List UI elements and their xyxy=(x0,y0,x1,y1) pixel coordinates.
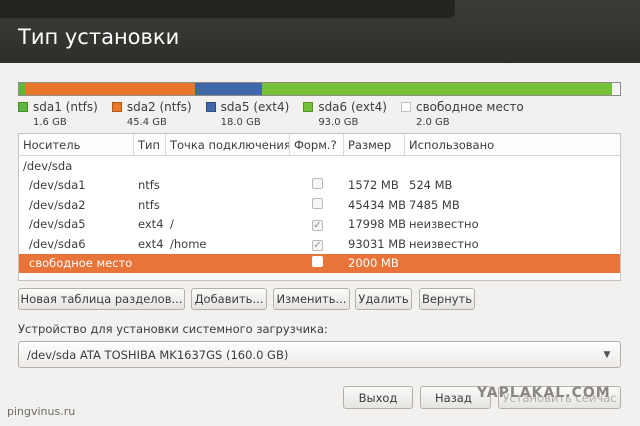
column-header-device[interactable]: Носитель xyxy=(19,134,134,155)
cell-size: 17998 MB xyxy=(348,217,405,232)
bootloader-label: Устройство для установки системного загр… xyxy=(18,322,328,336)
table-row-sda1[interactable]: /dev/sda1 ntfs 1572 MB 524 MB xyxy=(19,176,620,196)
partition-bar xyxy=(18,82,621,96)
bootloader-device-value: /dev/sda ATA TOSHIBA MK1637GS (160.0 GB) xyxy=(27,347,289,362)
legend-size: 93.0 GB xyxy=(318,117,359,128)
cell-device: /dev/sda5 xyxy=(29,217,86,232)
quit-button[interactable]: Выход xyxy=(343,386,413,409)
column-header-type[interactable]: Тип xyxy=(134,134,166,155)
legend-size: 1.6 GB xyxy=(33,117,67,128)
partition-table: Носитель Тип Точка подключения Форм.? Ра… xyxy=(18,133,621,281)
cell-size: 45434 MB xyxy=(348,197,405,212)
cell-type: ntfs xyxy=(138,178,160,193)
legend-label: sda6 (ext4) xyxy=(318,100,387,114)
cell-type: ntfs xyxy=(138,197,160,212)
cell-device: /dev/sda xyxy=(23,158,73,173)
format-checkbox[interactable] xyxy=(312,197,323,209)
header-bar: Тип установки xyxy=(0,0,640,63)
legend-item-sda2: sda2 (ntfs) 45.4 GB xyxy=(111,100,192,128)
legend-item-sda6: sda6 (ext4) 93.0 GB xyxy=(303,100,387,128)
legend-item-free: свободное место 2.0 GB xyxy=(400,100,524,128)
legend-swatch xyxy=(111,102,122,112)
check-mark-icon: ✓ xyxy=(313,239,322,251)
table-row-sda[interactable]: /dev/sda xyxy=(19,156,620,176)
cell-used: 524 MB xyxy=(409,178,453,193)
legend-swatch xyxy=(400,102,411,112)
cell-size: 93031 MB xyxy=(348,236,405,251)
table-row-free-space[interactable]: свободное место 2000 MB xyxy=(19,253,620,273)
dropdown-arrow-icon: ▼ xyxy=(603,349,611,360)
cell-device: /dev/sda6 xyxy=(29,236,86,251)
legend-item-sda5: sda5 (ext4) 18.0 GB xyxy=(205,100,290,128)
table-row-sda2[interactable]: /dev/sda2 ntfs 45434 MB 7485 MB xyxy=(19,195,620,215)
cell-device: свободное место xyxy=(29,256,133,271)
watermark-yaplakal: YAPLAKAL.COM xyxy=(477,385,611,401)
column-header-used[interactable]: Использовано xyxy=(405,134,620,155)
cell-mount: / xyxy=(170,217,174,232)
cell-format: ✓ xyxy=(290,237,344,251)
cell-format xyxy=(290,178,344,192)
partition-bar-segment-sda6 xyxy=(262,83,612,95)
cell-used: неизвестно xyxy=(409,217,479,232)
watermark-pingvinus: pingvinus.ru xyxy=(7,405,76,418)
format-checkbox[interactable]: ✓ xyxy=(312,220,323,232)
window-topbar xyxy=(0,0,455,18)
delete-partition-button[interactable]: Удалить xyxy=(355,288,412,310)
cell-device: /dev/sda1 xyxy=(29,178,86,193)
legend-size: 2.0 GB xyxy=(415,117,450,128)
cell-size: 2000 MB xyxy=(348,256,399,271)
legend-label: sda1 (ntfs) xyxy=(33,100,98,114)
legend-label: sda5 (ext4) xyxy=(220,100,290,114)
format-checkbox[interactable]: ✓ xyxy=(312,239,323,251)
cell-used: неизвестно xyxy=(409,236,479,251)
format-checkbox[interactable] xyxy=(312,256,323,268)
cell-type: ext4 xyxy=(138,236,164,251)
legend-swatch xyxy=(205,102,216,112)
revert-button[interactable]: Вернуть xyxy=(419,288,475,310)
cell-format: ✓ xyxy=(290,217,344,232)
partition-bar-segment-sda2 xyxy=(25,83,196,95)
cell-device: /dev/sda2 xyxy=(29,197,86,212)
column-header-size[interactable]: Размер xyxy=(344,134,405,155)
cell-type: ext4 xyxy=(138,217,164,232)
legend-size: 18.0 GB xyxy=(220,117,261,128)
legend-label: sda2 (ntfs) xyxy=(126,100,192,114)
legend-item-sda1: sda1 (ntfs) 1.6 GB xyxy=(18,100,98,128)
add-partition-button[interactable]: Добавить... xyxy=(191,288,267,310)
legend-size: 45.4 GB xyxy=(126,117,167,128)
legend-swatch xyxy=(18,102,28,112)
legend-swatch xyxy=(303,102,314,112)
partition-legend: sda1 (ntfs) 1.6 GB sda2 (ntfs) 45.4 GB s… xyxy=(18,100,538,128)
cell-used: 7485 MB xyxy=(409,197,460,212)
cell-mount: /home xyxy=(170,236,207,251)
change-partition-button[interactable]: Изменить... xyxy=(273,288,350,310)
check-mark-icon: ✓ xyxy=(313,220,322,232)
page-title: Тип установки xyxy=(18,25,180,49)
cell-size: 1572 MB xyxy=(348,178,399,193)
cell-format xyxy=(290,197,344,212)
table-row-sda6[interactable]: /dev/sda6 ext4 /home ✓ 93031 MB неизвест… xyxy=(19,234,620,254)
column-header-format[interactable]: Форм.? xyxy=(290,134,344,155)
table-header: Носитель Тип Точка подключения Форм.? Ра… xyxy=(19,134,620,156)
format-checkbox[interactable] xyxy=(312,178,323,190)
new-partition-table-button[interactable]: Новая таблица разделов... xyxy=(18,288,185,310)
partition-bar-segment-free xyxy=(611,83,620,95)
column-header-mount[interactable]: Точка подключения xyxy=(166,134,290,155)
bootloader-device-select[interactable]: /dev/sda ATA TOSHIBA MK1637GS (160.0 GB)… xyxy=(18,341,621,368)
legend-label: свободное место xyxy=(415,100,524,114)
table-row-sda5[interactable]: /dev/sda5 ext4 / ✓ 17998 MB неизвестно xyxy=(19,215,620,235)
partition-bar-segment-sda5 xyxy=(195,83,263,95)
cell-format xyxy=(290,256,344,270)
